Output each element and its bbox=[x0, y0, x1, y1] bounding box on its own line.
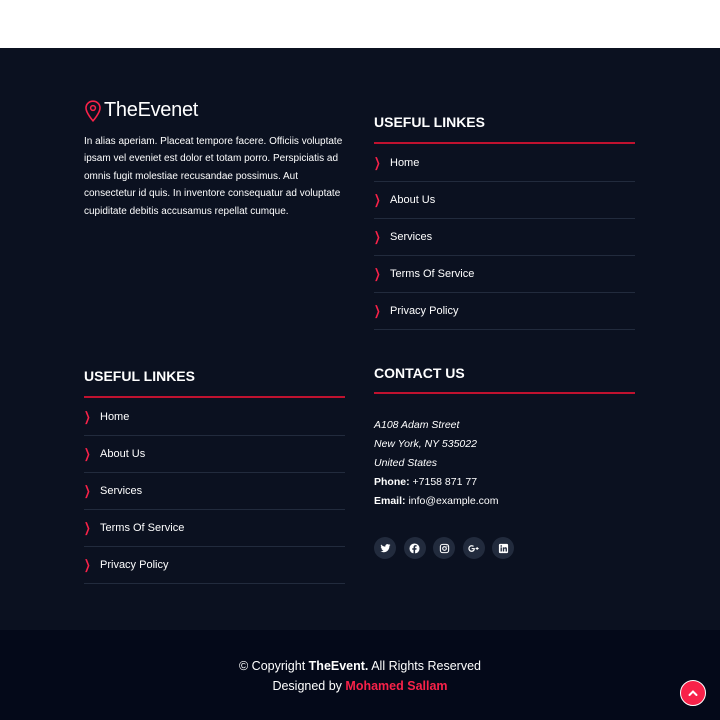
copyright-suffix: All Rights Reserved bbox=[371, 659, 481, 673]
back-to-top-button[interactable] bbox=[680, 680, 706, 706]
chevron-right-icon: ❯ bbox=[84, 409, 91, 424]
link-label: Terms Of Service bbox=[390, 268, 475, 280]
chevron-right-icon: ❯ bbox=[84, 446, 91, 461]
link-services[interactable]: ❯ Services bbox=[84, 473, 345, 510]
linkedin-icon[interactable] bbox=[492, 537, 514, 559]
link-label: Services bbox=[390, 231, 433, 243]
link-label: Services bbox=[100, 485, 143, 497]
map-pin-icon bbox=[85, 99, 101, 122]
logo-text: TheEvenet bbox=[104, 99, 199, 121]
address-line: A108 Adam Street bbox=[374, 419, 460, 431]
about-text: In alias aperiam. Placeat tempore facere… bbox=[84, 136, 343, 217]
top-white-bar bbox=[0, 0, 720, 48]
link-label: Home bbox=[390, 157, 420, 169]
chevron-right-icon: ❯ bbox=[374, 303, 381, 318]
chevron-right-icon: ❯ bbox=[84, 520, 91, 535]
link-label: Home bbox=[100, 411, 130, 423]
phone-label: Phone: bbox=[374, 476, 410, 488]
social-links bbox=[374, 537, 522, 559]
chevron-up-icon bbox=[688, 690, 698, 696]
google-plus-icon[interactable] bbox=[462, 537, 485, 559]
chevron-right-icon: ❯ bbox=[84, 483, 91, 498]
link-label: Terms Of Service bbox=[100, 522, 185, 534]
link-privacy[interactable]: ❯ Privacy Policy bbox=[374, 293, 635, 330]
designer-link[interactable]: Mohamed Sallam bbox=[345, 679, 447, 693]
copyright-prefix: © Copyright bbox=[239, 659, 306, 673]
link-privacy[interactable]: ❯ Privacy Policy bbox=[84, 547, 345, 584]
chevron-right-icon: ❯ bbox=[84, 557, 91, 572]
link-label: Privacy Policy bbox=[100, 559, 169, 571]
chevron-right-icon: ❯ bbox=[374, 229, 381, 244]
contact-address: A108 Adam Street New York, NY 535022 Uni… bbox=[374, 416, 635, 473]
useful-links-title: USEFUL LINKES bbox=[374, 108, 635, 144]
links-list: ❯ Home ❯ About Us ❯ Services ❯ Terms Of Serv… bbox=[374, 145, 635, 330]
contact-phone: Phone: +7158 871 77 bbox=[374, 473, 635, 492]
facebook-icon[interactable] bbox=[403, 537, 426, 559]
contact-email: Email: info@example.com bbox=[374, 492, 635, 511]
chevron-right-icon: ❯ bbox=[374, 155, 381, 170]
address-line: United States bbox=[374, 457, 438, 469]
link-home[interactable]: ❯ Home bbox=[374, 145, 635, 182]
designed-by-label: Designed by bbox=[272, 679, 342, 693]
copyright-brand: TheEvent. bbox=[308, 659, 369, 673]
phone-value[interactable]: +7158 871 77 bbox=[413, 476, 478, 488]
link-terms[interactable]: ❯ Terms Of Service bbox=[374, 256, 635, 293]
contact-title: CONTACT US bbox=[374, 364, 635, 394]
contact-section: CONTACT US A108 Adam Street New York, NY… bbox=[374, 364, 635, 510]
copyright-line: © Copyright TheEvent. All Rights Reserve… bbox=[0, 656, 720, 676]
address-line: New York, NY 535022 bbox=[374, 438, 477, 450]
link-about-us[interactable]: ❯ About Us bbox=[374, 182, 635, 219]
chevron-right-icon: ❯ bbox=[374, 266, 381, 281]
link-label: Privacy Policy bbox=[390, 305, 459, 317]
twitter-icon[interactable] bbox=[374, 537, 396, 559]
link-home[interactable]: ❯ Home bbox=[84, 399, 345, 436]
email-value[interactable]: info@example.com bbox=[408, 495, 498, 507]
footer-logo[interactable]: TheEvenet bbox=[84, 99, 198, 122]
email-label: Email: bbox=[374, 494, 406, 507]
link-label: About Us bbox=[100, 448, 146, 460]
useful-links-title: USEFUL LINKES bbox=[84, 362, 345, 398]
link-label: About Us bbox=[390, 194, 436, 206]
link-about-us[interactable]: ❯ About Us bbox=[84, 436, 345, 473]
copyright: © Copyright TheEvent. All Rights Reserve… bbox=[0, 656, 720, 696]
chevron-right-icon: ❯ bbox=[374, 192, 381, 207]
useful-links-left: USEFUL LINKES ❯ Home ❯ About Us ❯ Services … bbox=[84, 362, 345, 584]
designed-by-line: Designed by Mohamed Sallam bbox=[0, 676, 720, 696]
instagram-icon[interactable] bbox=[433, 537, 455, 559]
link-terms[interactable]: ❯ Terms Of Service bbox=[84, 510, 345, 547]
link-services[interactable]: ❯ Services bbox=[374, 219, 635, 256]
links-list: ❯ Home ❯ About Us ❯ Services ❯ Terms Of Serv… bbox=[84, 399, 345, 584]
useful-links-right: USEFUL LINKES ❯ Home ❯ About Us ❯ Services … bbox=[374, 108, 635, 330]
